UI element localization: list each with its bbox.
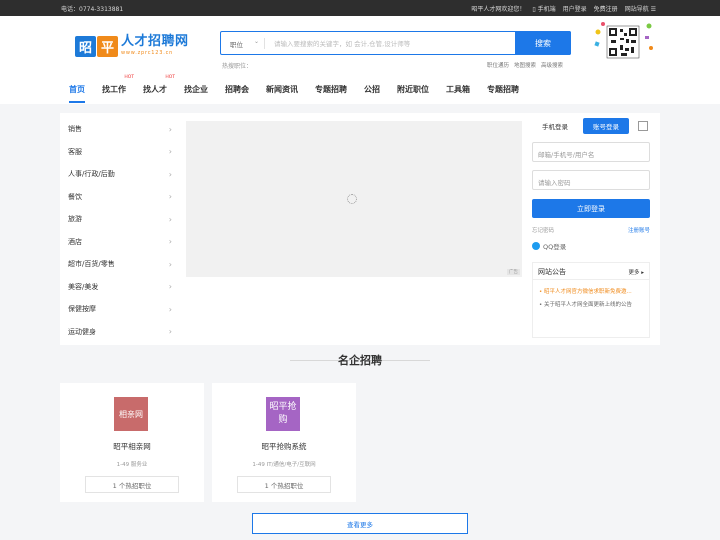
qq-icon <box>532 242 540 250</box>
logo-char-1: 昭 <box>75 35 96 57</box>
search-category-select[interactable]: 职位 <box>230 39 243 49</box>
qr-code-image <box>594 22 653 59</box>
chevron-right-icon: › <box>168 259 172 269</box>
company-card[interactable]: 昭平抢购 昭平抢购系统 1-49 IT/通信/电子/互联网 1 个热招职位 <box>212 383 356 502</box>
nav-item-special[interactable]: 专题招聘 <box>315 84 347 103</box>
company-meta: 1-49 IT/通信/电子/互联网 <box>252 462 316 468</box>
phone-number: 电话：0774-3313881 <box>61 6 124 13</box>
qq-login[interactable]: QQ登录 <box>532 241 566 251</box>
login-link[interactable]: 用户登录 <box>563 4 587 13</box>
hot-badge: HOT <box>124 75 134 80</box>
category-item[interactable]: 餐饮 › <box>68 186 172 209</box>
category-item[interactable]: 美容/美发 › <box>68 276 172 299</box>
password-field[interactable]: 请输入密码 <box>532 170 650 190</box>
login-button[interactable]: 立即登录 <box>532 199 650 218</box>
divider <box>264 38 265 49</box>
search-input[interactable]: 请输入要搜索的关键字，如 会计,仓管,设计师等 <box>274 38 504 48</box>
welcome-text: 昭平人才网欢迎您！ <box>471 6 526 13</box>
hot-search-label: 热搜职位： <box>222 63 253 70</box>
chevron-right-icon: › <box>168 192 172 202</box>
notice-more-link[interactable]: 更多 ▸ <box>628 268 644 276</box>
company-meta: 1-49 服务业 <box>116 462 148 468</box>
chevron-right-icon: › <box>168 304 172 314</box>
nav-item-job-fair[interactable]: 招聘会 <box>225 84 249 103</box>
category-item[interactable]: 酒店 › <box>68 231 172 254</box>
company-jobs-button[interactable]: 1 个热招职位 <box>237 476 331 493</box>
company-logo: 昭平抢购 <box>266 397 300 431</box>
category-item[interactable]: 客服 › <box>68 141 172 164</box>
mobile-link[interactable]: ▯ 手机端 <box>532 4 555 13</box>
company-name[interactable]: 昭平相亲网 <box>60 441 204 452</box>
category-item[interactable]: 人事/行政/后勤 › <box>68 163 172 186</box>
nav-item-jobs[interactable]: 找工作 HOT <box>102 75 134 103</box>
tab-account-login[interactable]: 账号登录 <box>583 118 629 134</box>
category-item[interactable]: 旅游 › <box>68 208 172 231</box>
category-item[interactable]: 保健按摩 › <box>68 298 172 321</box>
site-logo[interactable]: 昭 平 人才招聘网 www.zprc123.cn <box>75 34 189 58</box>
nav-item-home[interactable]: 首页 <box>69 84 85 103</box>
forgot-password-link[interactable]: 忘记密码 <box>532 226 554 234</box>
banner-carousel[interactable]: 广告 <box>186 121 522 277</box>
divider <box>533 279 649 280</box>
notice-item[interactable]: • 关于昭平人才网全面更新上线的公告 <box>539 300 645 308</box>
section-title: 名企招聘 <box>338 354 382 367</box>
notice-title: 网站公告 <box>538 268 566 276</box>
chevron-right-icon: › <box>168 237 172 247</box>
company-card[interactable]: 相亲网 昭平相亲网 1-49 服务业 1 个热招职位 <box>60 383 204 502</box>
ad-label: 广告 <box>507 269 520 275</box>
register-link[interactable]: 注册账号 <box>628 226 650 234</box>
logo-title: 人才招聘网 <box>121 34 189 49</box>
company-jobs-button[interactable]: 1 个热招职位 <box>85 476 179 493</box>
username-field[interactable]: 邮箱/手机号/用户名 <box>532 142 650 162</box>
nav-item-special-2[interactable]: 专题招聘 <box>487 84 519 103</box>
nav-item-tools[interactable]: 工具箱 <box>446 84 470 103</box>
loading-spinner-icon <box>347 194 357 204</box>
main-nav: 首页 找工作 HOT 找人才 HOT 找企业 招聘会 新闻资讯 专题招聘 公招 附近… <box>69 75 536 103</box>
chevron-right-icon: › <box>168 169 172 179</box>
category-item[interactable]: 销售 › <box>68 118 172 141</box>
nav-item-talent[interactable]: 找人才 HOT <box>143 75 175 103</box>
qr-login-icon[interactable] <box>638 121 648 131</box>
chevron-right-icon: › <box>168 124 172 134</box>
category-item[interactable]: 超市/百货/零售 › <box>68 253 172 276</box>
hot-badge: HOT <box>165 75 175 80</box>
chevron-right-icon: › <box>168 214 172 224</box>
site-nav-link[interactable]: 网站导航 ☰ <box>625 4 656 13</box>
chevron-right-icon: › <box>168 147 172 157</box>
nav-item-public[interactable]: 公招 <box>364 84 380 103</box>
search-link[interactable]: 职位通历 <box>487 61 509 69</box>
search-link[interactable]: 地图搜索 <box>514 61 536 69</box>
search-button[interactable]: 搜索 <box>515 31 571 55</box>
nav-item-nearby[interactable]: 附近职位 <box>397 84 429 103</box>
view-more-button[interactable]: 查看更多 <box>252 513 468 534</box>
notice-item[interactable]: • 昭平人才网官方微信求职新免费邀... <box>539 287 645 295</box>
notice-panel: 网站公告 更多 ▸ • 昭平人才网官方微信求职新免费邀... • 关于昭平人才网… <box>532 262 650 338</box>
search-link[interactable]: 高级搜索 <box>541 61 563 69</box>
nav-item-companies[interactable]: 找企业 <box>184 84 208 103</box>
search-box: 职位 ⌄ 请输入要搜索的关键字，如 会计,仓管,设计师等 搜索 <box>220 31 571 55</box>
chevron-down-icon[interactable]: ⌄ <box>254 38 259 45</box>
category-item[interactable]: 运动健身 › <box>68 321 172 344</box>
logo-char-2: 平 <box>97 35 118 57</box>
company-name[interactable]: 昭平抢购系统 <box>212 441 356 452</box>
nav-item-news[interactable]: 新闻资讯 <box>266 84 298 103</box>
category-list: 销售 › 客服 › 人事/行政/后勤 › 餐饮 › 旅游 › 酒店 › 超市/百货/零售 › … <box>68 118 172 343</box>
logo-url: www.zprc123.cn <box>121 50 174 56</box>
register-link[interactable]: 免费注册 <box>594 4 618 13</box>
top-bar: 电话：0774-3313881 昭平人才网欢迎您！ ▯ 手机端 用户登录 免费注… <box>0 0 720 16</box>
chevron-right-icon: › <box>168 327 172 337</box>
chevron-right-icon: › <box>168 282 172 292</box>
tab-phone-login[interactable]: 手机登录 <box>542 121 568 131</box>
search-links: 职位通历 地图搜索 高级搜索 <box>487 61 563 69</box>
company-logo: 相亲网 <box>114 397 148 431</box>
